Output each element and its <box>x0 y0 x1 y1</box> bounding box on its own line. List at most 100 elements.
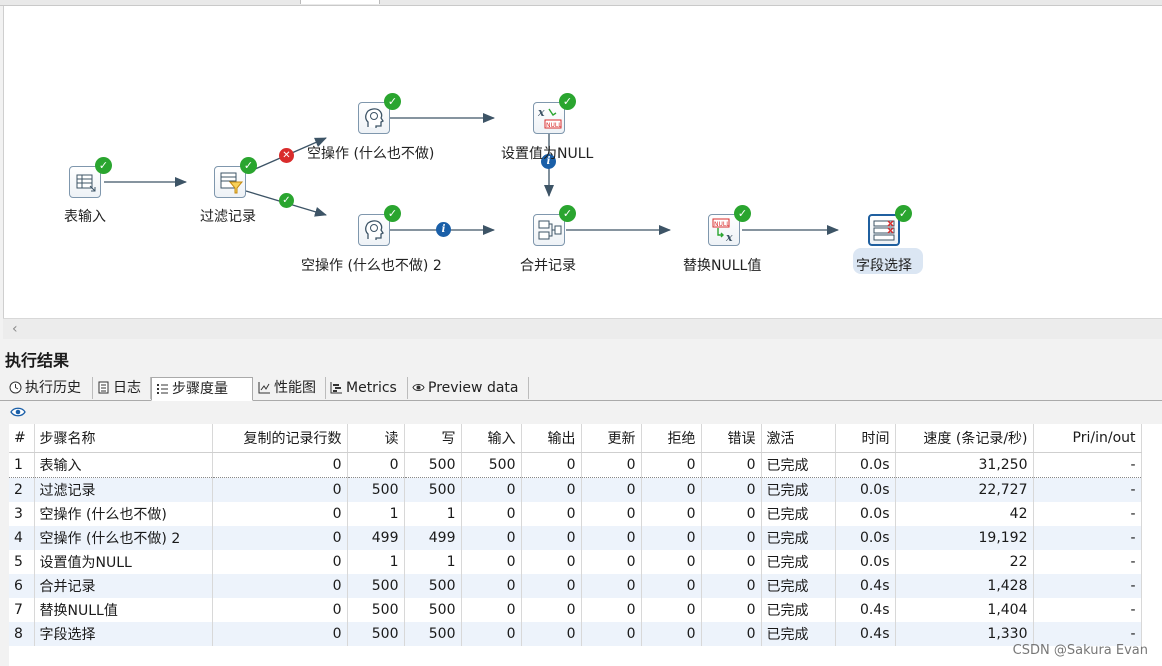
log-icon <box>98 381 109 394</box>
table-cell: 500 <box>404 477 462 502</box>
table-row[interactable]: 8 字段选择 0 500 500 0 0 0 0 0 已完成 0.4s 1,330- <box>9 622 1142 646</box>
table-cell: 0 <box>521 622 582 646</box>
line-chart-icon <box>258 382 270 394</box>
table-cell: 0 <box>347 452 405 478</box>
table-cell: 0 <box>641 574 702 598</box>
canvas-horizontal-scrollbar[interactable]: ‹ <box>3 318 1162 339</box>
table-cell: 0 <box>461 598 522 622</box>
replace-null-icon: NULL x <box>712 218 733 244</box>
tab-preview-data[interactable]: Preview data <box>408 377 529 399</box>
column-header[interactable]: 输入 <box>461 424 522 453</box>
table-cell: 0 <box>701 477 762 502</box>
table-cell: 500 <box>404 574 462 598</box>
table-cell: 500 <box>347 477 405 502</box>
table-row[interactable]: 3 空操作 (什么也不做) 0 1 1 0 0 0 0 0 已完成 0.0s 42- <box>9 502 1142 526</box>
step-label: 空操作 (什么也不做) <box>307 146 435 162</box>
filter-rows-icon <box>220 172 244 194</box>
column-header[interactable]: 错误 <box>701 424 762 453</box>
dummy-head-icon <box>365 220 384 240</box>
table-row[interactable]: 4 空操作 (什么也不做) 2 0 499 499 0 0 0 0 0 已完成 0.0s 19,192- <box>9 526 1142 550</box>
hop-true-icon: ✓ <box>279 193 294 208</box>
table-cell: 0.4s <box>835 622 896 646</box>
table-cell: 0.0s <box>835 526 896 550</box>
table-cell: 19,192 <box>895 526 1034 550</box>
table-cell: 0 <box>641 477 702 502</box>
table-cell: 0 <box>641 622 702 646</box>
table-cell: - <box>1033 477 1142 502</box>
table-cell: 0 <box>521 452 582 478</box>
table-cell: 0 <box>212 622 348 646</box>
column-header[interactable]: 时间 <box>835 424 896 453</box>
table-cell: 0 <box>461 550 522 574</box>
table-cell: 表输入 <box>34 452 213 478</box>
table-row[interactable]: 5 设置值为NULL 0 1 1 0 0 0 0 0 已完成 0.0s 22- <box>9 550 1142 574</box>
tab-metrics[interactable]: Metrics <box>326 377 408 399</box>
tab-execution-history[interactable]: 执行历史 <box>5 377 93 399</box>
eye-icon[interactable] <box>10 405 26 419</box>
step-metrics-table: # 步骤名称 复制的记录行数读写输入 输出 更新 拒绝 错误 激活 时间 速度 (条记录/秒) Pr… <box>9 424 1142 646</box>
tab-performance-chart[interactable]: 性能图 <box>254 377 326 399</box>
table-cell: 0 <box>461 622 522 646</box>
chevron-left-icon[interactable]: ‹ <box>12 321 18 337</box>
table-row[interactable]: 7 替换NULL值 0 500 500 0 0 0 0 0 已完成 0.4s 1,404- <box>9 598 1142 622</box>
step-select-values[interactable] <box>868 214 900 246</box>
table-cell: 0 <box>212 452 348 478</box>
table-cell: 字段选择 <box>34 622 213 646</box>
column-header[interactable]: 复制的记录行数 <box>212 424 348 453</box>
column-header[interactable]: 激活 <box>761 424 836 453</box>
metrics-icon <box>330 382 342 394</box>
column-header[interactable]: 拒绝 <box>641 424 702 453</box>
table-row[interactable]: 1 表输入 0 0 500 500 0 0 0 0 已完成 0.0s 31,250- <box>9 452 1142 478</box>
dummy-head-icon <box>365 108 384 128</box>
table-cell: 0 <box>701 598 762 622</box>
set-null-icon: x NULL <box>537 106 562 129</box>
table-cell: 500 <box>404 622 462 646</box>
table-cell: 31,250 <box>895 452 1034 478</box>
step-label: 合并记录 <box>520 258 576 274</box>
table-cell: 0 <box>212 477 348 502</box>
table-cell: 1 <box>347 550 405 574</box>
table-cell: 1 <box>347 502 405 526</box>
column-header[interactable]: 更新 <box>581 424 642 453</box>
table-cell: 已完成 <box>761 502 836 526</box>
column-header[interactable]: 速度 (条记录/秒) <box>895 424 1034 453</box>
table-cell: 1 <box>404 550 462 574</box>
column-header[interactable]: 输出 <box>521 424 582 453</box>
table-cell: 500 <box>404 598 462 622</box>
table-cell: - <box>1033 598 1142 622</box>
clock-icon <box>9 381 22 394</box>
table-cell: - <box>1033 502 1142 526</box>
table-row[interactable]: 6 合并记录 0 500 500 0 0 0 0 0 已完成 0.4s 1,428- <box>9 574 1142 598</box>
table-cell: 7 <box>9 598 35 622</box>
table-body: 1 表输入 0 0 500 500 0 0 0 0 已完成 0.0s 31,250-2 过滤记录 0 500 5… <box>9 452 1142 646</box>
table-cell: 过滤记录 <box>34 477 213 502</box>
column-header[interactable]: Pri/in/out <box>1033 424 1142 453</box>
step-success-icon: ✓ <box>559 93 576 110</box>
table-cell: 500 <box>347 598 405 622</box>
table-cell: 1,404 <box>895 598 1034 622</box>
table-row[interactable]: 2 过滤记录 0 500 500 0 0 0 0 0 已完成 0.0s 22,727- <box>9 477 1142 502</box>
svg-text:x: x <box>537 106 545 119</box>
merge-rows-icon <box>538 220 562 240</box>
step-success-icon: ✓ <box>895 205 912 222</box>
column-header[interactable]: 步骤名称 <box>34 424 213 453</box>
step-label: 替换NULL值 <box>683 258 762 274</box>
step-success-icon: ✓ <box>734 205 751 222</box>
table-cell: 0 <box>521 502 582 526</box>
table-cell: 0.0s <box>835 550 896 574</box>
table-cell: 0 <box>581 452 642 478</box>
tab-step-metrics[interactable]: 步骤度量 <box>151 377 253 401</box>
column-header[interactable]: 写 <box>404 424 462 453</box>
column-header[interactable]: # <box>9 424 35 453</box>
column-header[interactable]: 读 <box>347 424 405 453</box>
table-cell: 0 <box>212 550 348 574</box>
table-cell: 设置值为NULL <box>34 550 213 574</box>
list-icon <box>157 384 168 394</box>
table-cell: 5 <box>9 550 35 574</box>
editor-tab[interactable] <box>300 0 380 4</box>
svg-text:x: x <box>725 231 733 244</box>
transformation-canvas[interactable]: ✕ ✓ i i ✓ 表输入 ✓ 过滤记录 ✓ 空操作 (什么也不做) x NUL… <box>3 6 1162 318</box>
tab-log[interactable]: 日志 <box>93 377 151 399</box>
table-cell: 已完成 <box>761 574 836 598</box>
table-cell: 0 <box>581 574 642 598</box>
